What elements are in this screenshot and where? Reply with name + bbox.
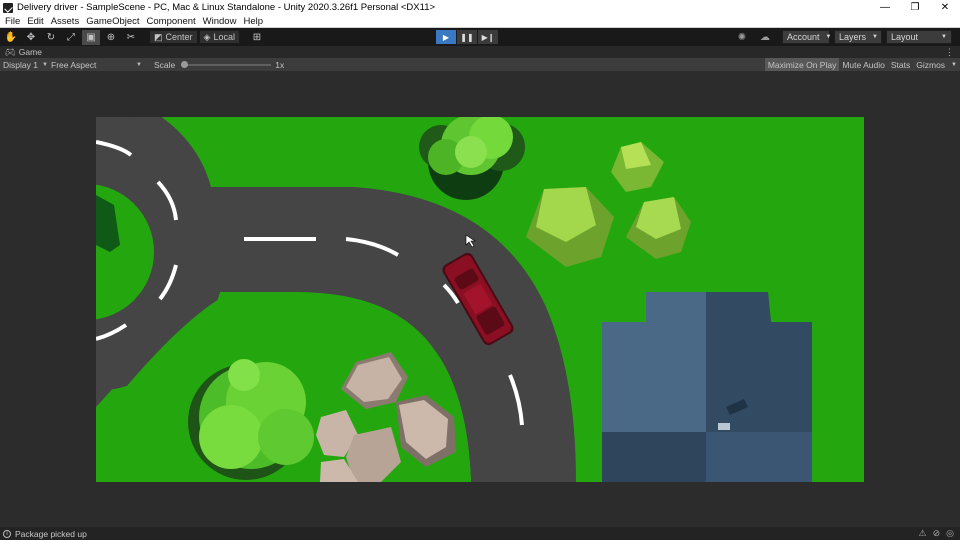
mute-audio-toggle[interactable]: Mute Audio: [839, 58, 888, 71]
pivot-space-toggle[interactable]: ◈ Local: [198, 30, 240, 44]
status-icons: ⚠ ⊘ ◎: [919, 527, 954, 540]
aspect-dropdown[interactable]: Free Aspect ▼: [48, 60, 148, 70]
pivot-icon: ◩: [154, 31, 163, 42]
more-options-icon[interactable]: ⋮: [945, 46, 954, 58]
bug-icon[interactable]: ⚠: [919, 528, 927, 539]
menu-assets[interactable]: Assets: [51, 16, 80, 27]
status-message[interactable]: Package picked up: [15, 529, 87, 539]
menu-help[interactable]: Help: [243, 16, 263, 27]
maximize-on-play-toggle[interactable]: Maximize On Play: [764, 58, 840, 71]
cube-icon: ◈: [203, 31, 211, 42]
tab-game-label: Game: [18, 47, 42, 57]
account-dropdown[interactable]: Account ▼: [782, 30, 832, 44]
hand-tool-icon[interactable]: ✋: [2, 30, 20, 45]
chevron-down-icon: ▼: [136, 61, 142, 68]
progress-icon[interactable]: ⊘: [933, 528, 941, 539]
gizmos-dropdown-icon[interactable]: ▼: [948, 58, 960, 71]
scale-tool-icon[interactable]: ⤢: [62, 30, 80, 45]
lighting-icon[interactable]: ◎: [946, 528, 954, 539]
stats-toggle[interactable]: Stats: [888, 58, 913, 71]
gamepad-icon: 🎮︎: [5, 46, 16, 57]
menu-gameobject[interactable]: GameObject: [86, 16, 139, 27]
layers-label: Layers: [839, 32, 867, 42]
layers-dropdown[interactable]: Layers ▼: [834, 30, 882, 44]
scale-slider[interactable]: [181, 60, 272, 68]
aspect-label: Free Aspect: [51, 59, 97, 70]
play-controls: ▶ ❚❚ ▶❙: [436, 30, 499, 44]
rotate-tool-icon[interactable]: ↻: [42, 30, 60, 45]
layout-label: Layout: [891, 32, 919, 42]
unity-logo-icon: [3, 2, 13, 13]
transform-tool-icon[interactable]: ⊕: [102, 30, 120, 45]
game-view-toolbar: Display 1 ▼ Free Aspect ▼ Scale 1x Maximiz…: [0, 58, 960, 71]
menu-edit[interactable]: Edit: [27, 16, 43, 27]
game-tab-bar: 🎮︎ Game ⋮: [0, 46, 960, 58]
move-tool-icon[interactable]: ✥: [22, 30, 40, 45]
info-icon: i: [3, 529, 11, 538]
account-label: Account: [787, 32, 820, 42]
menu-window[interactable]: Window: [203, 16, 237, 27]
window-title: Delivery driver - SampleScene - PC, Mac …: [17, 2, 436, 13]
menu-component[interactable]: Component: [147, 16, 196, 27]
layout-dropdown[interactable]: Layout ▼: [886, 30, 952, 44]
window-controls: — ❐ ✕: [870, 0, 960, 15]
pivot-center-toggle[interactable]: ◩ Center: [149, 30, 198, 44]
display-dropdown[interactable]: Display 1 ▼: [0, 60, 48, 70]
scale-control: Scale 1x: [154, 58, 284, 71]
custom-tool-icon[interactable]: ✂: [122, 30, 140, 45]
title-bar: Delivery driver - SampleScene - PC, Mac …: [0, 0, 960, 15]
close-button[interactable]: ✕: [930, 0, 960, 15]
game-scene: [96, 117, 864, 482]
scale-slider-handle[interactable]: [181, 60, 189, 68]
cloud-icon[interactable]: ☁: [755, 30, 775, 44]
chevron-down-icon: ▼: [825, 34, 832, 40]
menu-file[interactable]: File: [5, 16, 20, 27]
game-screen[interactable]: [96, 117, 864, 482]
toolbar-right: ✺ ☁ Account ▼ Layers ▼ Layout ▼: [732, 30, 952, 44]
game-toolbar-right: Maximize On Play Mute Audio Stats Gizmos…: [764, 58, 960, 71]
pause-button[interactable]: ❚❚: [457, 30, 477, 44]
chevron-down-icon: ▼: [872, 34, 878, 40]
step-button[interactable]: ▶❙: [478, 30, 498, 44]
minimize-button[interactable]: —: [870, 0, 900, 15]
display-label: Display 1: [3, 59, 38, 70]
chevron-down-icon: ▼: [941, 34, 947, 40]
maximize-button[interactable]: ❐: [900, 0, 930, 15]
pivot-label: Center: [165, 32, 193, 42]
scale-value: 1x: [275, 59, 285, 70]
grid-snap-icon[interactable]: ⊞: [248, 30, 266, 45]
play-button[interactable]: ▶: [436, 30, 456, 44]
collab-icon[interactable]: ✺: [732, 30, 752, 44]
rect-tool-icon[interactable]: ▣: [82, 29, 100, 45]
status-bar: i Package picked up ⚠ ⊘ ◎: [0, 527, 960, 540]
space-label: Local: [213, 32, 235, 42]
main-toolbar: ✋ ✥ ↻ ⤢ ▣ ⊕ ✂ ◩ Center ◈ Local ⊞ ▶ ❚❚ ▶❙…: [0, 28, 960, 46]
gizmos-toggle[interactable]: Gizmos: [913, 58, 948, 71]
menu-bar: File Edit Assets GameObject Component Wi…: [0, 15, 960, 28]
scale-label: Scale: [154, 59, 176, 70]
tab-game[interactable]: 🎮︎ Game: [0, 47, 42, 58]
